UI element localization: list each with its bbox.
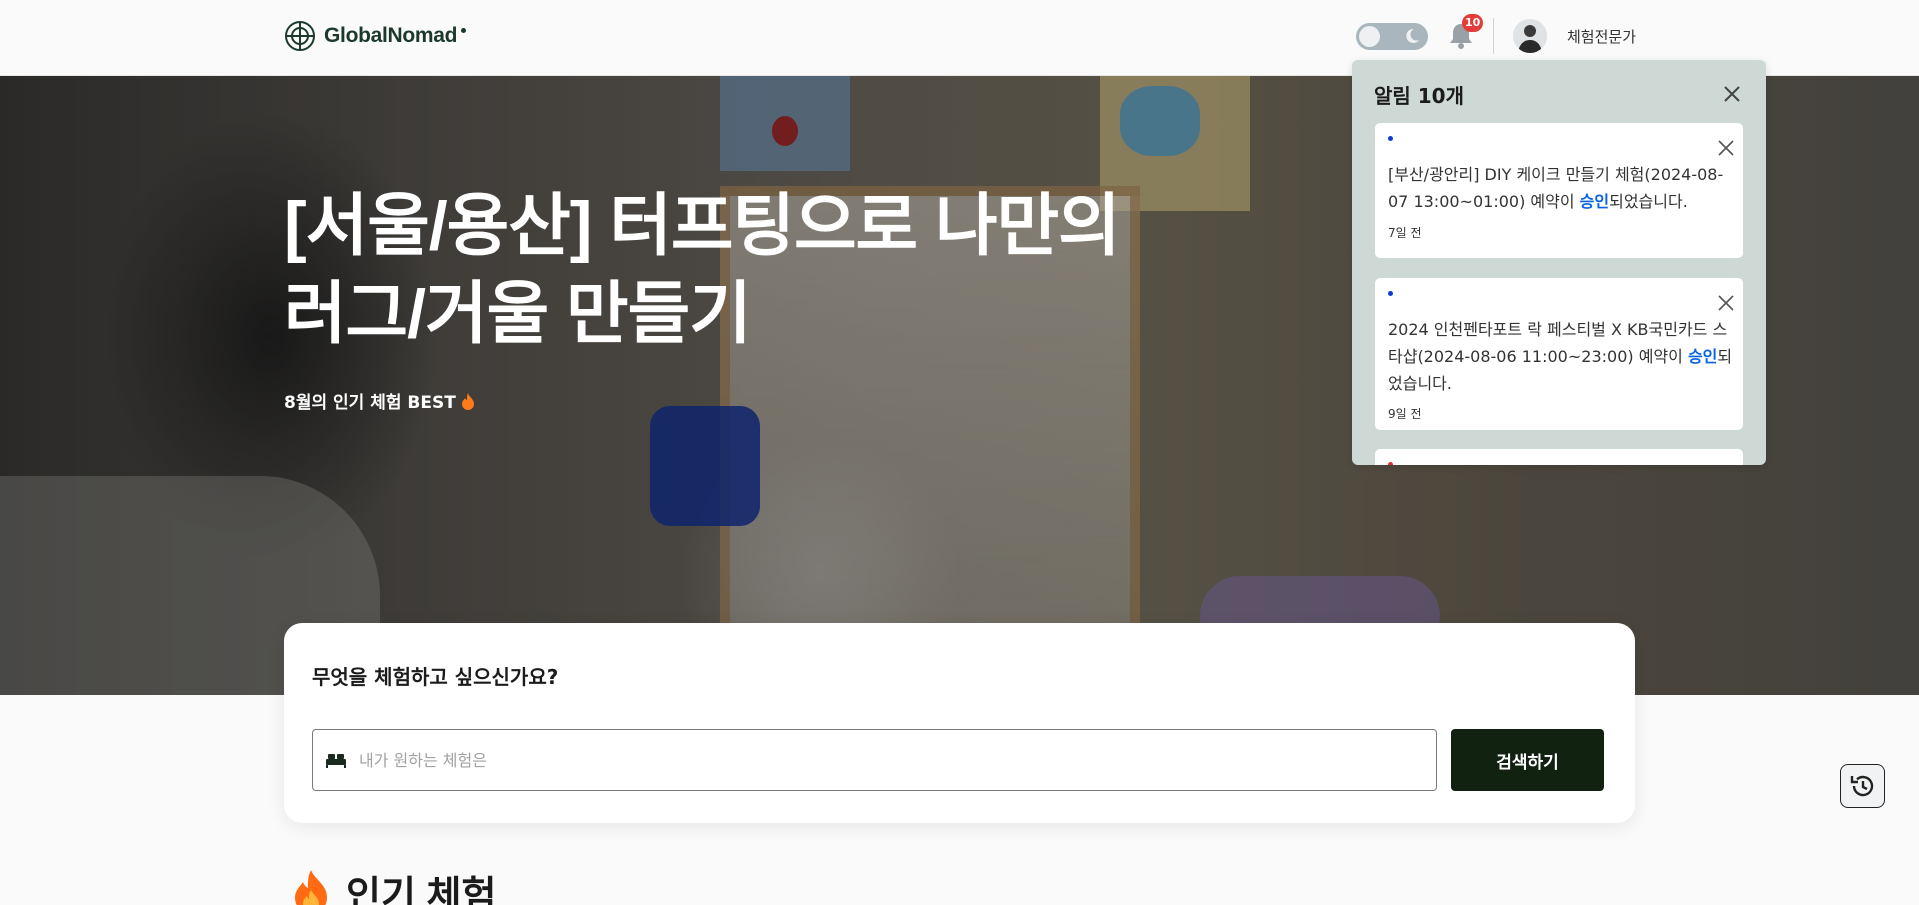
notification-time: 9일 전 bbox=[1388, 407, 1422, 421]
popular-section-heading: 인기 체험 bbox=[290, 864, 496, 905]
notification-title: 알림 10개 bbox=[1374, 84, 1464, 108]
hero-subtitle: 8월의 인기 체험 BEST bbox=[284, 388, 476, 413]
notification-message: 2024 인천펜타포트 락 페스티벌 X KB국민카드 스타샵(2024-08-… bbox=[1388, 316, 1733, 397]
header-divider bbox=[1493, 18, 1494, 54]
search-input[interactable] bbox=[359, 750, 1419, 770]
history-button[interactable] bbox=[1840, 764, 1885, 808]
notification-item[interactable] bbox=[1375, 449, 1743, 465]
avatar[interactable] bbox=[1513, 19, 1547, 53]
unread-dot bbox=[1388, 291, 1393, 296]
status-approved: 승인 bbox=[1579, 192, 1610, 211]
search-button[interactable]: 검색하기 bbox=[1451, 729, 1604, 791]
notification-time: 7일 전 bbox=[1388, 226, 1422, 240]
search-card: 무엇을 체험하고 싶으신가요? 검색하기 bbox=[284, 623, 1635, 823]
moon-icon bbox=[1406, 28, 1419, 43]
unread-dot bbox=[1388, 462, 1393, 465]
user-avatar-icon bbox=[1513, 19, 1547, 53]
notification-text-end: 되었습니다. bbox=[1609, 192, 1688, 211]
history-icon bbox=[1850, 775, 1873, 797]
toggle-knob bbox=[1359, 26, 1380, 47]
logo-dot bbox=[461, 27, 467, 33]
notification-badge: 10 bbox=[1462, 14, 1484, 32]
close-icon[interactable] bbox=[1717, 139, 1735, 157]
close-icon[interactable] bbox=[1722, 84, 1742, 104]
status-approved: 승인 bbox=[1687, 347, 1718, 366]
search-question: 무엇을 체험하고 싶으신가요? bbox=[312, 665, 559, 689]
close-icon[interactable] bbox=[1717, 294, 1735, 312]
notification-item[interactable]: [부산/광안리] DIY 케이크 만들기 체험(2024-08-07 13:00… bbox=[1375, 123, 1743, 258]
fire-icon bbox=[295, 869, 327, 905]
notification-item[interactable]: 2024 인천펜타포트 락 페스티벌 X KB국민카드 스타샵(2024-08-… bbox=[1375, 278, 1743, 430]
logo-text: GlobalNomad bbox=[324, 24, 458, 47]
logo[interactable]: GlobalNomad bbox=[284, 20, 467, 52]
globe-logo-icon bbox=[285, 21, 315, 51]
popular-title: 인기 체험 bbox=[346, 875, 497, 905]
username[interactable]: 체험전문가 bbox=[1567, 26, 1636, 47]
bed-icon bbox=[326, 754, 346, 768]
search-field[interactable] bbox=[312, 729, 1437, 791]
hero-title: [서울/용산] 터프팅으로 나만의 러그/거울 만들기 bbox=[284, 188, 1121, 352]
notification-text: 2024 인천펜타포트 락 페스티벌 X KB국민카드 스타샵(2024-08-… bbox=[1388, 320, 1728, 366]
fire-icon bbox=[461, 392, 474, 410]
notification-panel: 알림 10개 [부산/광안리] DIY 케이크 만들기 체험(2024-08-0… bbox=[1352, 60, 1766, 465]
hero-subtitle-text: 8월의 인기 체험 BEST bbox=[284, 393, 456, 413]
dark-mode-toggle[interactable] bbox=[1356, 23, 1428, 50]
notification-message: [부산/광안리] DIY 케이크 만들기 체험(2024-08-07 13:00… bbox=[1388, 161, 1733, 215]
unread-dot bbox=[1388, 136, 1393, 141]
